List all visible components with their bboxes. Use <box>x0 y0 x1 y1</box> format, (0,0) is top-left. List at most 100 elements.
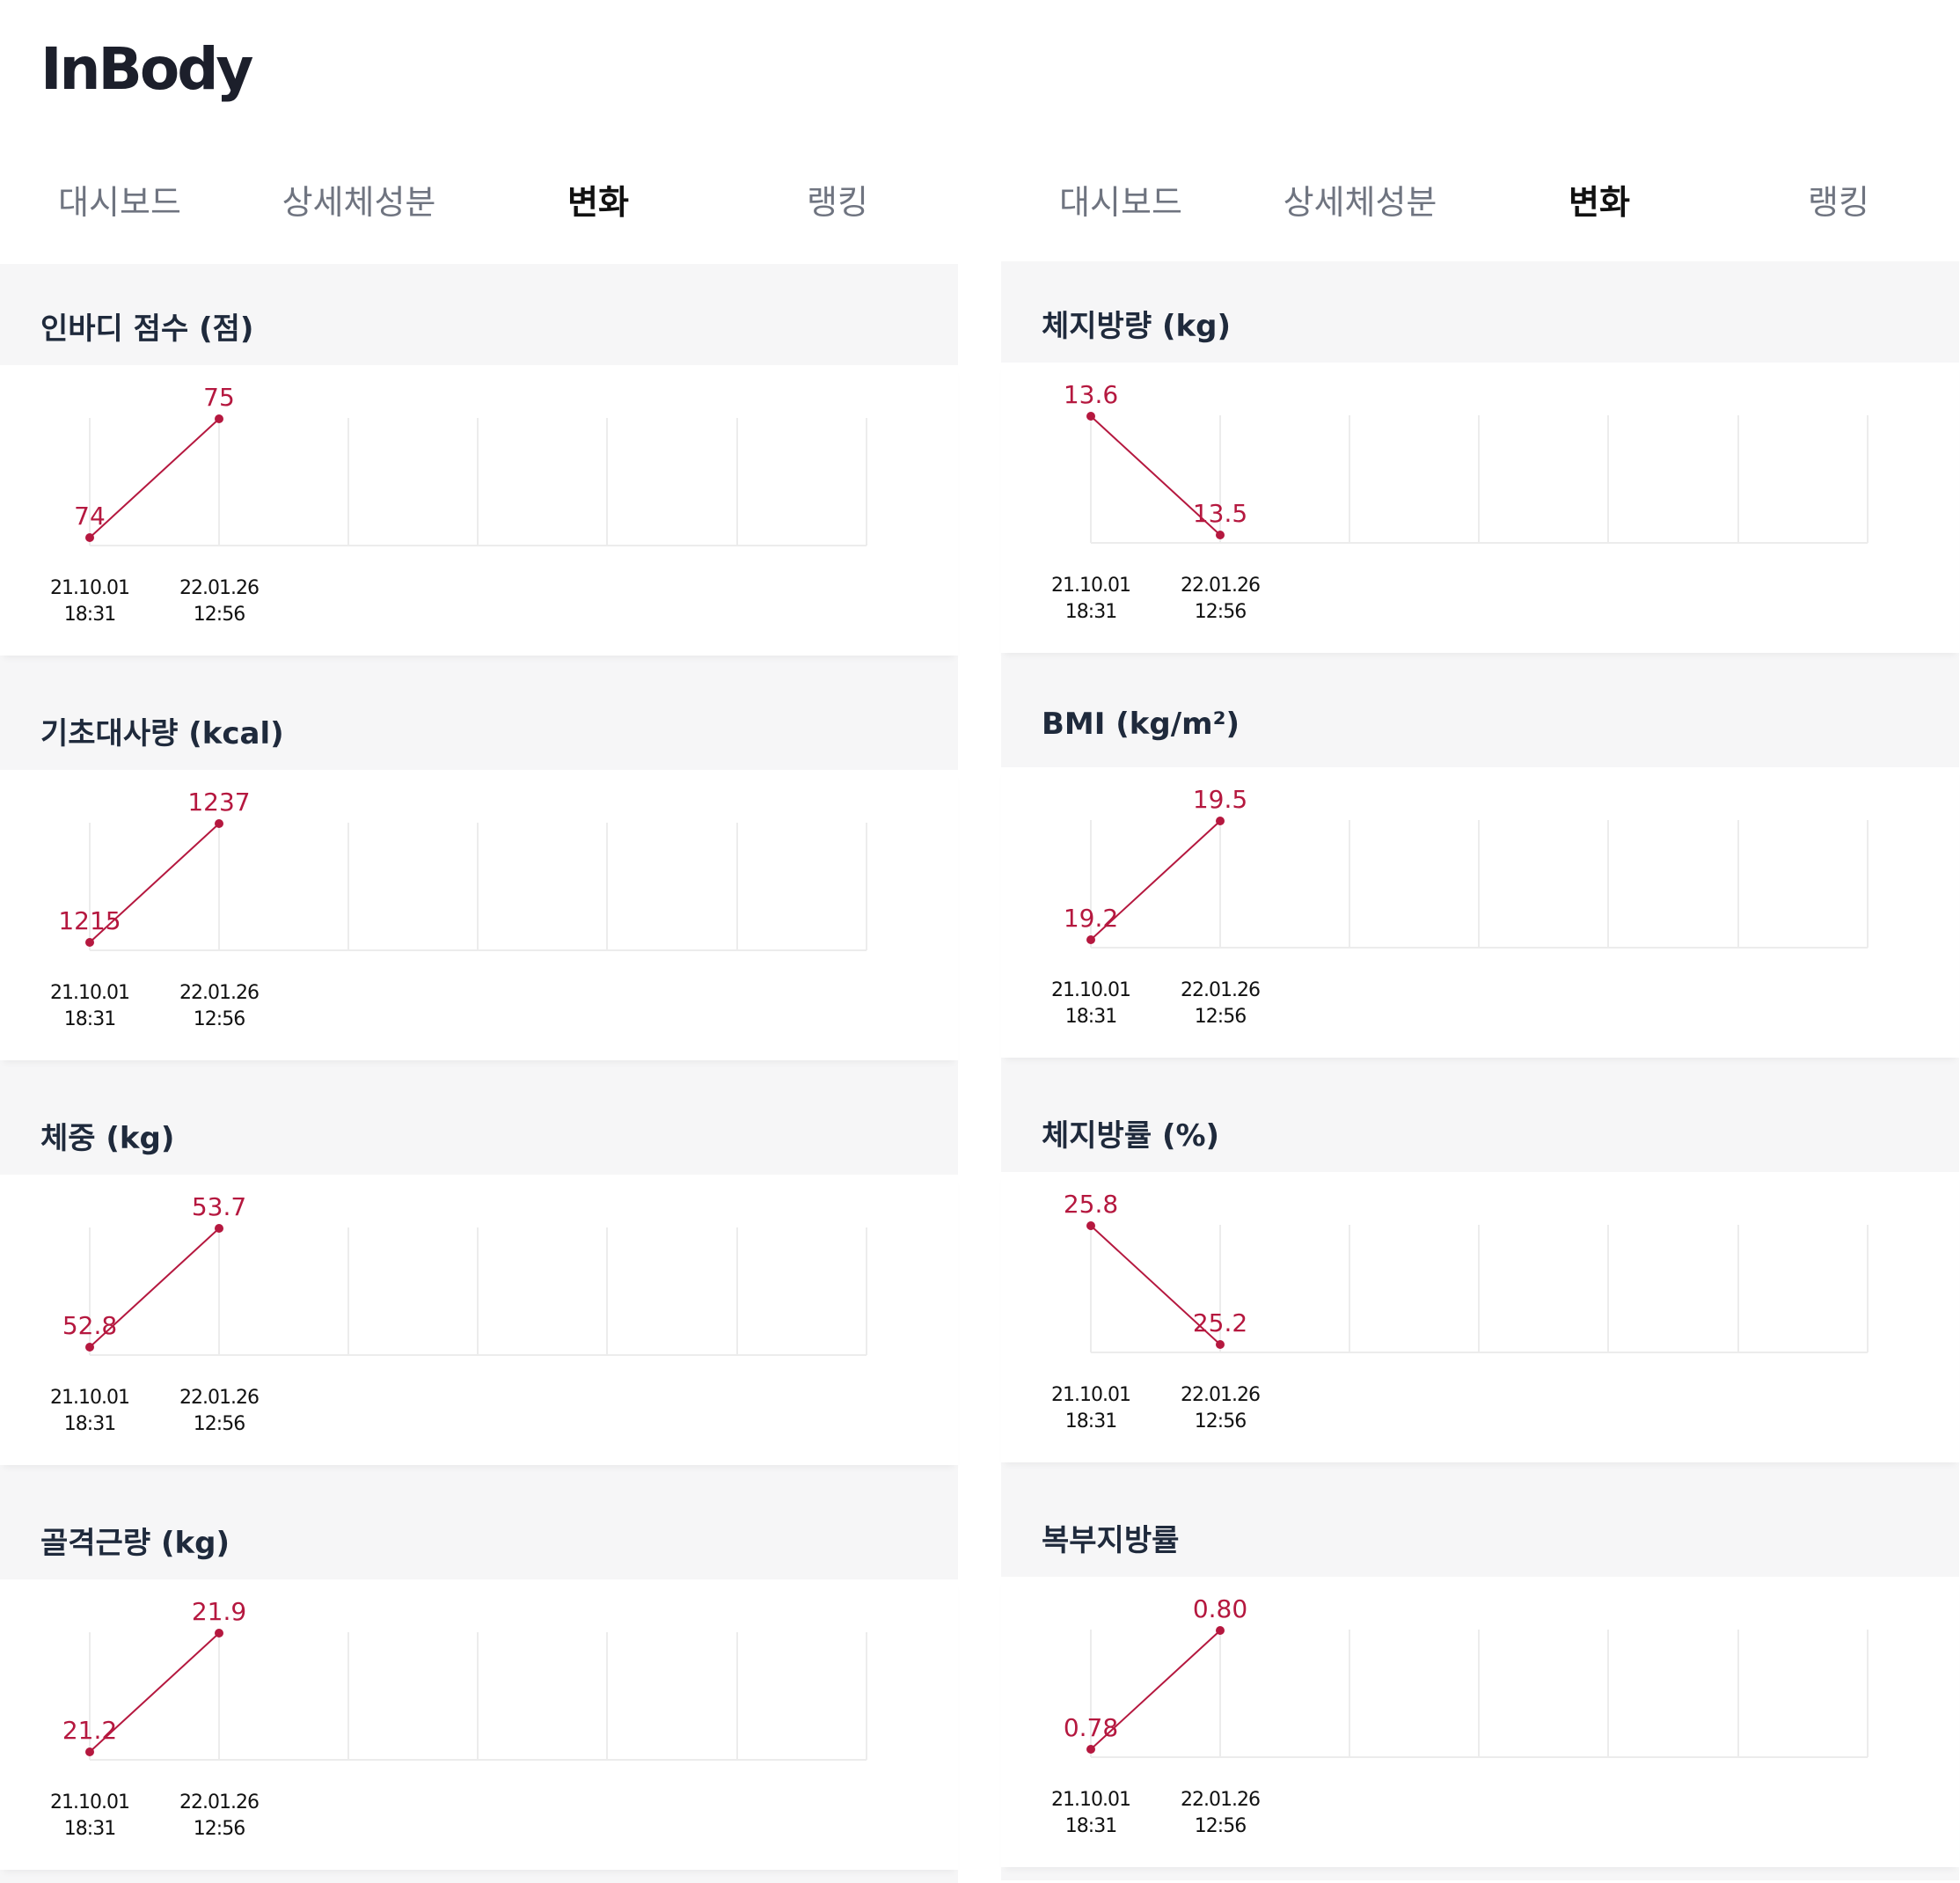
x-tick-time: 12:56 <box>194 604 245 626</box>
chart-title: 인바디 점수 (점) <box>40 311 254 347</box>
data-label: 1237 <box>187 788 250 817</box>
right-panel: 대시보드 상세체성분 변화 랭킹 체지방량 (kg) 13.6 13.5 21.10.01 1… <box>1001 0 1959 1880</box>
series-line <box>89 418 220 539</box>
chart-area: 1215 1237 21.10.01 18:31 22.01.26 12:56 <box>0 770 958 1060</box>
tab-detailed-composition[interactable]: 상세체성분 <box>282 163 436 242</box>
x-tick-time: 12:56 <box>194 1008 245 1030</box>
data-point[interactable] <box>85 1343 94 1352</box>
x-tick-time: 12:56 <box>1195 601 1246 623</box>
x-tick-date: 22.01.26 <box>1181 575 1260 597</box>
data-label: 74 <box>74 502 106 531</box>
x-tick-time: 12:56 <box>1195 1815 1246 1837</box>
data-point[interactable] <box>85 1747 94 1756</box>
x-tick-date: 21.10.01 <box>50 982 129 1004</box>
tab-dashboard[interactable]: 대시보드 <box>1059 163 1182 242</box>
data-point[interactable] <box>215 819 223 828</box>
data-point[interactable] <box>215 1224 223 1233</box>
x-tick-date: 22.01.26 <box>179 1791 259 1813</box>
x-tick-date: 21.10.01 <box>1051 1384 1130 1406</box>
inbody-logo: InBody <box>40 35 253 103</box>
data-point[interactable] <box>85 938 94 947</box>
x-tick-time: 12:56 <box>1195 1410 1246 1432</box>
card-header: 체지방률 (%) <box>1001 1071 1959 1172</box>
data-label: 19.2 <box>1064 904 1118 933</box>
x-tick-date: 22.01.26 <box>179 982 259 1004</box>
chart-title: BMI (kg/m²) <box>1042 707 1240 742</box>
data-point[interactable] <box>1086 1221 1095 1230</box>
x-tick-date: 22.01.26 <box>179 577 259 599</box>
tab-change[interactable]: 변화 <box>567 163 629 242</box>
x-tick-time: 12:56 <box>194 1413 245 1435</box>
x-tick-date: 22.01.26 <box>1181 979 1260 1001</box>
x-tick-date: 22.01.26 <box>1181 1384 1260 1406</box>
data-point[interactable] <box>1216 817 1225 825</box>
line-chart: 1215 1237 21.10.01 18:31 22.01.26 12:56 <box>50 788 867 1030</box>
chart-area: 52.8 53.7 21.10.01 18:31 22.01.26 12:56 <box>0 1175 958 1465</box>
x-tick-date: 21.10.01 <box>50 1387 129 1409</box>
chart-title: 복부지방률 <box>1042 1523 1180 1558</box>
tab-ranking[interactable]: 랭킹 <box>1808 163 1869 242</box>
data-label: 21.9 <box>192 1597 246 1626</box>
x-tick-date: 21.10.01 <box>1051 979 1130 1001</box>
line-chart: 21.2 21.9 21.10.01 18:31 22.01.26 12:56 <box>50 1597 867 1840</box>
x-tick-time: 18:31 <box>1065 1410 1116 1432</box>
chart-area: 19.2 19.5 21.10.01 18:31 22.01.26 12:56 <box>1001 767 1959 1058</box>
body-fat-mass-card: 체지방량 (kg) 13.6 13.5 21.10.01 18:31 22.01.26 12… <box>1001 261 1959 666</box>
x-tick-date: 22.01.26 <box>179 1387 259 1409</box>
data-label: 52.8 <box>62 1311 117 1340</box>
card-header: 골격근량 (kg) <box>0 1478 958 1579</box>
data-label: 13.5 <box>1193 499 1247 528</box>
data-label: 0.78 <box>1064 1713 1118 1742</box>
chart-area: 74 75 21.10.01 18:31 22.01.26 12:56 <box>0 365 958 656</box>
line-chart: 0.78 0.80 21.10.01 18:31 22.01.26 12:56 <box>1051 1594 1869 1837</box>
data-point[interactable] <box>215 414 223 423</box>
card-header: 체중 (kg) <box>0 1073 958 1175</box>
data-point[interactable] <box>1086 1745 1095 1754</box>
tab-detailed-composition[interactable]: 상세체성분 <box>1284 163 1437 242</box>
x-tick-date: 21.10.01 <box>1051 575 1130 597</box>
data-point[interactable] <box>1216 531 1225 539</box>
data-point[interactable] <box>1216 1626 1225 1635</box>
data-label: 25.8 <box>1064 1190 1118 1219</box>
x-tick-time: 12:56 <box>1195 1006 1246 1028</box>
data-point[interactable] <box>85 533 94 542</box>
data-point[interactable] <box>1216 1340 1225 1349</box>
x-tick-time: 18:31 <box>1065 601 1116 623</box>
chart-area: 0.78 0.80 21.10.01 18:31 22.01.26 12:56 <box>1001 1577 1959 1867</box>
card-header: 체지방량 (kg) <box>1001 261 1959 363</box>
tab-dashboard[interactable]: 대시보드 <box>58 163 181 242</box>
x-tick-date: 22.01.26 <box>1181 1789 1260 1811</box>
tab-bar: 대시보드 상세체성분 변화 랭킹 <box>1001 163 1959 242</box>
body-fat-percent-card: 체지방률 (%) 25.8 25.2 21.10.01 18:31 22.01.26 12:… <box>1001 1071 1959 1476</box>
card-header: 복부지방률 <box>1001 1476 1959 1577</box>
x-tick-time: 18:31 <box>64 1413 115 1435</box>
data-label: 25.2 <box>1193 1308 1247 1337</box>
line-chart: 52.8 53.7 21.10.01 18:31 22.01.26 12:56 <box>50 1192 867 1435</box>
x-tick-time: 18:31 <box>1065 1815 1116 1837</box>
chart-area: 25.8 25.2 21.10.01 18:31 22.01.26 12:56 <box>1001 1172 1959 1462</box>
card-header: 기초대사량 (kcal) <box>0 669 958 770</box>
data-point[interactable] <box>215 1629 223 1638</box>
x-tick-time: 12:56 <box>194 1818 245 1840</box>
chart-title: 골격근량 (kg) <box>40 1526 230 1561</box>
tab-bar: 대시보드 상세체성분 변화 랭킹 <box>0 163 958 242</box>
chart-title: 기초대사량 (kcal) <box>40 716 284 751</box>
weight-card: 체중 (kg) 52.8 53.7 21.10.01 18:31 22.01.26 12:5… <box>0 1073 958 1478</box>
chart-title: 체지방량 (kg) <box>1042 309 1231 344</box>
tab-ranking[interactable]: 랭킹 <box>807 163 868 242</box>
data-label: 21.2 <box>62 1716 117 1745</box>
inbody-score-card: 인바디 점수 (점) 74 75 21.10.01 18:31 22.01.26 12:56 <box>0 264 958 669</box>
card-header: 인바디 점수 (점) <box>0 264 958 365</box>
skeletal-muscle-card: 골격근량 (kg) 21.2 21.9 21.10.01 18:31 22.01.26 12… <box>0 1478 958 1883</box>
chart-area: 21.2 21.9 21.10.01 18:31 22.01.26 12:56 <box>0 1579 958 1870</box>
x-tick-time: 18:31 <box>64 1818 115 1840</box>
line-chart: 19.2 19.5 21.10.01 18:31 22.01.26 12:56 <box>1051 785 1869 1028</box>
chart-area: 13.6 13.5 21.10.01 18:31 22.01.26 12:56 <box>1001 363 1959 653</box>
data-point[interactable] <box>1086 412 1095 421</box>
chart-title: 체지방률 (%) <box>1042 1118 1220 1154</box>
card-header: BMI (kg/m²) <box>1001 666 1959 767</box>
bmi-card: BMI (kg/m²) 19.2 19.5 21.10.01 18:31 22.01.26… <box>1001 666 1959 1071</box>
x-tick-time: 18:31 <box>1065 1006 1116 1028</box>
tab-change[interactable]: 변화 <box>1569 163 1630 242</box>
data-point[interactable] <box>1086 935 1095 944</box>
